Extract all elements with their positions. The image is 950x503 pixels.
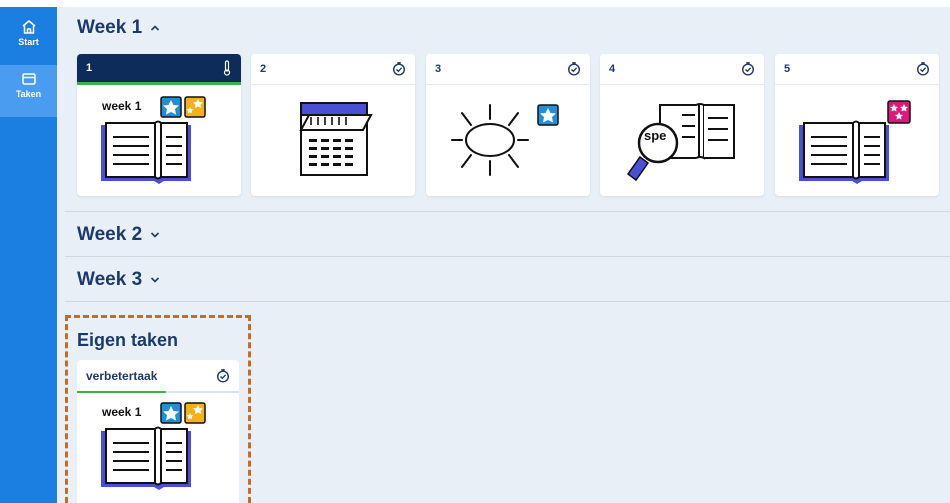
week-1-header[interactable]: Week 1 xyxy=(77,17,160,39)
card-number: 1 xyxy=(86,62,93,74)
divider xyxy=(65,211,950,212)
timer-check-icon xyxy=(392,62,406,76)
timer-check-icon xyxy=(216,368,230,383)
sidebar: Start Taken xyxy=(0,7,57,503)
week-title: Week 3 xyxy=(77,269,143,290)
sun-image xyxy=(426,85,590,196)
spe-label: spe xyxy=(644,128,667,143)
card-number: 4 xyxy=(609,63,616,75)
book-week1-stars-image: week 1 xyxy=(77,85,241,196)
top-strip xyxy=(0,0,950,7)
eigen-taken-title: Eigen taken xyxy=(77,330,179,350)
book-week1-stars-image: week 1 xyxy=(77,393,239,503)
chevron-up-icon xyxy=(150,21,160,35)
week-3-header[interactable]: Week 3 xyxy=(77,269,160,291)
sidebar-item-taken[interactable]: Taken xyxy=(0,65,57,117)
calendar-image xyxy=(251,85,415,196)
week-2-header[interactable]: Week 2 xyxy=(77,224,160,246)
timer-check-icon xyxy=(567,62,581,76)
chevron-down-icon xyxy=(150,273,160,287)
week-title: Week 1 xyxy=(77,17,143,38)
tasks-icon xyxy=(21,73,36,85)
sidebar-item-label: Start xyxy=(18,37,39,47)
thermometer-icon xyxy=(223,60,231,76)
task-card-5[interactable]: 5 xyxy=(775,54,939,196)
sidebar-item-label: Taken xyxy=(15,89,42,99)
home-icon xyxy=(22,20,35,34)
card-number: 2 xyxy=(260,63,267,75)
task-card-4[interactable]: 4 spe xyxy=(600,54,764,196)
task-card-3[interactable]: 3 xyxy=(426,54,590,196)
divider xyxy=(65,256,950,257)
magnifier-book-image: spe xyxy=(600,85,764,196)
timer-check-icon xyxy=(916,62,930,76)
chevron-down-icon xyxy=(150,228,160,242)
sidebar-item-start[interactable]: Start xyxy=(0,13,57,65)
card-label: verbetertaak xyxy=(86,368,158,383)
divider xyxy=(65,301,950,302)
task-card-2[interactable]: 2 xyxy=(251,54,415,196)
book-pink-stars-image xyxy=(775,85,939,196)
card-number: 3 xyxy=(435,63,442,75)
task-card-verbetertaak[interactable]: verbetertaak week 1 xyxy=(77,360,239,503)
week-title: Week 2 xyxy=(77,224,143,245)
task-card-1[interactable]: 1 week 1 xyxy=(77,54,241,196)
card-number: 5 xyxy=(784,63,791,75)
timer-check-icon xyxy=(741,62,755,76)
